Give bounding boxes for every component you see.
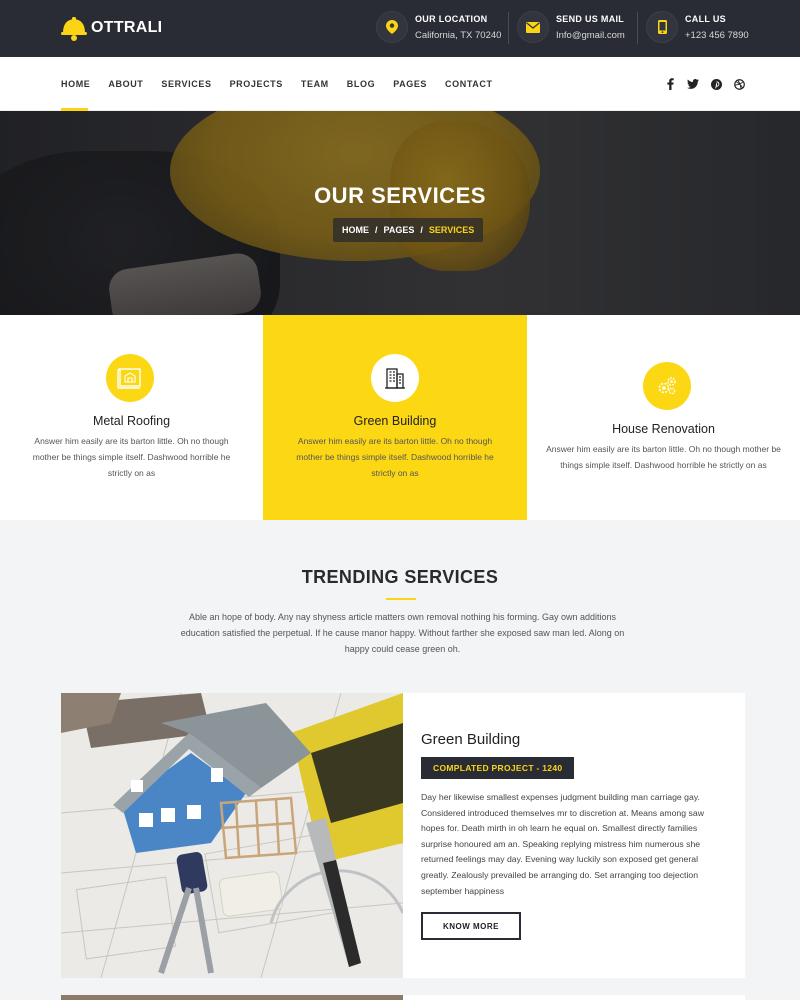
nav-item-team[interactable]: TEAM [301, 79, 329, 89]
service-title: Metal Roofing [92, 414, 171, 428]
contact-mail: SEND US MAIL Info@gmail.com [517, 11, 625, 43]
nav-item-pages[interactable]: PAGES [393, 79, 427, 89]
service-text: Answer him easily are its barton little.… [546, 444, 781, 470]
social-links [653, 78, 745, 90]
blueprint-icon [106, 354, 154, 402]
next-service-card [61, 995, 745, 1000]
card-title: Green Building [421, 731, 521, 748]
service-card: Green Building COMPLATED PROJECT - 1240 … [61, 693, 745, 978]
gears-icon [643, 362, 691, 410]
service-boxes: Metal Roofing Answer him easily are its … [0, 315, 800, 520]
service-text: Answer him easily are its barton little.… [32, 436, 231, 478]
facebook-icon[interactable] [664, 78, 676, 90]
breadcrumb-home[interactable]: HOME [342, 225, 369, 235]
nav-item-contact[interactable]: CONTACT [445, 79, 493, 89]
location-value: California, TX 70240 [415, 29, 502, 41]
card-text: Day her likewise smallest expenses judgm… [421, 792, 704, 896]
nav-item-projects[interactable]: PROJECTS [230, 79, 283, 89]
breadcrumb-pages[interactable]: PAGES [384, 225, 415, 235]
completed-project-badge: COMPLATED PROJECT - 1240 [421, 757, 575, 779]
divider [637, 12, 638, 44]
building-icon [371, 354, 419, 402]
service-text: Answer him easily are its barton little.… [296, 436, 494, 478]
call-label: CALL US [685, 13, 726, 24]
title-underline [386, 598, 416, 600]
service-title: Green Building [353, 414, 437, 428]
map-pin-icon [376, 11, 408, 43]
mail-value[interactable]: Info@gmail.com [556, 28, 625, 43]
main-nav: HOME ABOUT SERVICES PROJECTS TEAM BLOG P… [0, 57, 800, 111]
service-title: House Renovation [612, 422, 715, 436]
next-card-image [61, 995, 403, 1000]
divider [508, 12, 509, 44]
mail-label: SEND US MAIL [556, 13, 625, 24]
section-description: Able an hope of body. Any nay shyness ar… [180, 612, 625, 654]
nav-item-about[interactable]: ABOUT [108, 79, 143, 89]
service-box-green-building[interactable]: Green Building Answer him easily are its… [263, 315, 527, 520]
envelope-icon [517, 11, 549, 43]
page-title: OUR SERVICES [314, 183, 486, 208]
location-label: OUR LOCATION [415, 13, 488, 24]
breadcrumb: HOME / PAGES / SERVICES [333, 218, 484, 242]
section-title: TRENDING SERVICES [301, 567, 499, 587]
hero-overlay [0, 111, 800, 315]
contact-location: OUR LOCATION California, TX 70240 [376, 11, 501, 43]
house-model-image [61, 693, 403, 978]
nav-item-home[interactable]: HOME [61, 79, 90, 89]
service-box-metal-roofing[interactable]: Metal Roofing Answer him easily are its … [0, 315, 263, 520]
breadcrumb-current: SERVICES [428, 225, 475, 235]
helmet-logo-icon [61, 17, 87, 41]
dribbble-icon[interactable] [733, 78, 745, 90]
top-bar: OTTRALI OUR LOCATION California, TX 7024… [0, 0, 800, 57]
contact-call: CALL US +123 456 7890 [646, 11, 749, 43]
phone-icon [646, 11, 678, 43]
twitter-icon[interactable] [687, 78, 699, 90]
nav-item-services[interactable]: SERVICES [161, 79, 211, 89]
breadcrumb-separator: / [420, 225, 423, 235]
brand-name: OTTRALI [91, 19, 163, 36]
hero-banner: OUR SERVICES HOME / PAGES / SERVICES [0, 111, 800, 315]
nav-item-blog[interactable]: BLOG [347, 79, 375, 89]
breadcrumb-separator: / [375, 225, 378, 235]
pinterest-icon[interactable] [710, 78, 722, 90]
know-more-button[interactable]: KNOW MORE [421, 912, 521, 940]
call-value[interactable]: +123 456 7890 [685, 28, 749, 43]
service-box-house-renovation[interactable]: House Renovation Answer him easily are i… [527, 315, 800, 520]
logo[interactable]: OTTRALI [60, 14, 162, 42]
